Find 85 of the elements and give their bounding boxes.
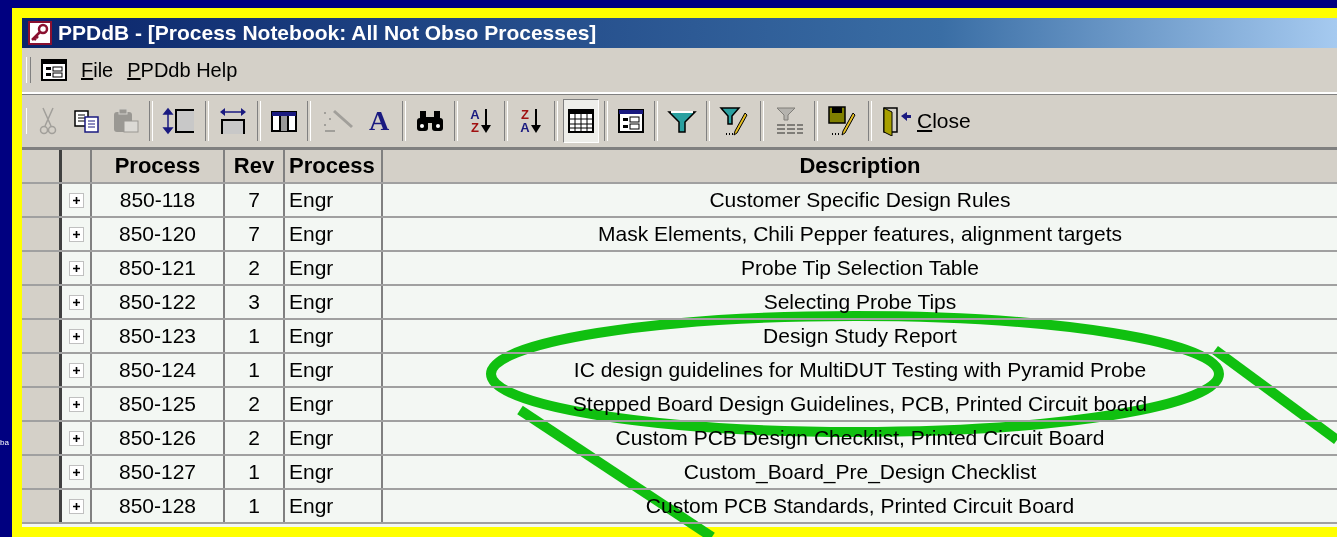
binoculars-icon <box>415 108 445 133</box>
row-selector[interactable] <box>22 388 62 420</box>
table-cell: 850-122 <box>92 286 225 318</box>
plus-icon <box>71 195 81 205</box>
expand-button[interactable] <box>68 430 84 446</box>
plus-icon <box>71 263 81 273</box>
table-cell: Engr <box>285 252 383 284</box>
columns-icon <box>270 108 298 133</box>
table-cell: 850-123 <box>92 320 225 352</box>
expand-button[interactable] <box>68 396 84 412</box>
expand-button[interactable] <box>68 464 84 480</box>
table-cell-text: Design Study Report <box>762 323 958 349</box>
table-cell-text: Custom_Board_Pre_Design Checklist <box>682 459 1038 486</box>
scissors-icon <box>39 105 57 136</box>
menu-item[interactable]: File <box>81 58 114 82</box>
table-cell: 850-126 <box>92 422 225 454</box>
font-icon: A <box>368 106 390 135</box>
table-cell: 850-127 <box>92 456 225 488</box>
table-cell: Engr <box>285 184 383 216</box>
table-cell-text: Selecting Probe Tips <box>762 289 958 315</box>
expand-button[interactable] <box>68 328 84 344</box>
table-cell: Engr <box>285 286 383 318</box>
clipboard-icon <box>112 107 140 134</box>
expand-button[interactable] <box>68 362 84 378</box>
row-selector[interactable] <box>22 286 62 318</box>
row-selector[interactable] <box>22 422 62 454</box>
row-selector[interactable] <box>22 252 62 284</box>
expand-button[interactable] <box>68 294 84 310</box>
table-cell: Engr <box>285 218 383 250</box>
table-cell: 850-120 <box>92 218 225 250</box>
key-icon <box>28 21 52 45</box>
row-height-icon <box>162 106 196 135</box>
background-text: ba <box>0 438 9 447</box>
plus-icon <box>71 433 81 443</box>
table-cell: 850-118 <box>92 184 225 216</box>
door-icon <box>881 105 911 136</box>
toolbar-button[interactable] <box>563 98 599 143</box>
plus-icon <box>71 467 81 477</box>
table-cell: 2 <box>225 422 285 454</box>
row-selector[interactable] <box>22 456 62 488</box>
table-cell: 2 <box>225 388 285 420</box>
copy-icon <box>73 108 101 133</box>
table-cell: 1 <box>225 354 285 386</box>
row-selector[interactable] <box>22 320 62 352</box>
table-cell-text: Probe Tip Selection Table <box>740 255 980 281</box>
table-cell: Engr <box>285 456 383 488</box>
expand-button[interactable] <box>68 192 84 208</box>
table-cell: Engr <box>285 422 383 454</box>
plus-icon <box>71 365 81 375</box>
menu-item[interactable]: PPDdb Help <box>127 58 238 82</box>
expand-button[interactable] <box>68 260 84 276</box>
plus-icon <box>71 297 81 307</box>
plus-icon <box>71 501 81 511</box>
table-cell: 7 <box>225 184 285 216</box>
table-cell: Engr <box>285 354 383 386</box>
table-cell: 850-124 <box>92 354 225 386</box>
table-cell: 850-128 <box>92 490 225 522</box>
column-width-icon <box>218 105 248 136</box>
form-icon[interactable] <box>41 59 67 81</box>
table-cell-text: IC design guidelines for MultiDUT Testing with Pyramid Probe <box>572 357 1148 383</box>
datasheet-icon <box>567 107 595 134</box>
table-cell: Engr <box>285 388 383 420</box>
row-selector[interactable] <box>22 218 62 250</box>
expand-button[interactable] <box>68 498 84 514</box>
form-icon <box>617 107 645 134</box>
plus-icon <box>71 331 81 341</box>
table-cell: 1 <box>225 320 285 352</box>
table-cell: 1 <box>225 456 285 488</box>
table-cell: 7 <box>225 218 285 250</box>
table-cell: Engr <box>285 320 383 352</box>
table-cell: 1 <box>225 490 285 522</box>
row-selector[interactable] <box>22 354 62 386</box>
row-selector[interactable] <box>22 490 62 522</box>
table-cell: 2 <box>225 252 285 284</box>
table-cell: 850-125 <box>92 388 225 420</box>
table-cell: 850-121 <box>92 252 225 284</box>
table-cell-text: Mask Elements, Chili Pepper features, alignment targets <box>596 221 1124 247</box>
table-cell: Engr <box>285 490 383 522</box>
window-title: PPDdB - [Process Notebook: All Not Obso Processes] <box>58 21 597 45</box>
row-selector[interactable] <box>22 184 62 216</box>
plus-icon <box>71 399 81 409</box>
expand-button[interactable] <box>68 226 84 242</box>
plus-icon <box>71 229 81 239</box>
table-cell-text: Customer Specific Design Rules <box>708 187 1012 213</box>
table-cell: 3 <box>225 286 285 318</box>
